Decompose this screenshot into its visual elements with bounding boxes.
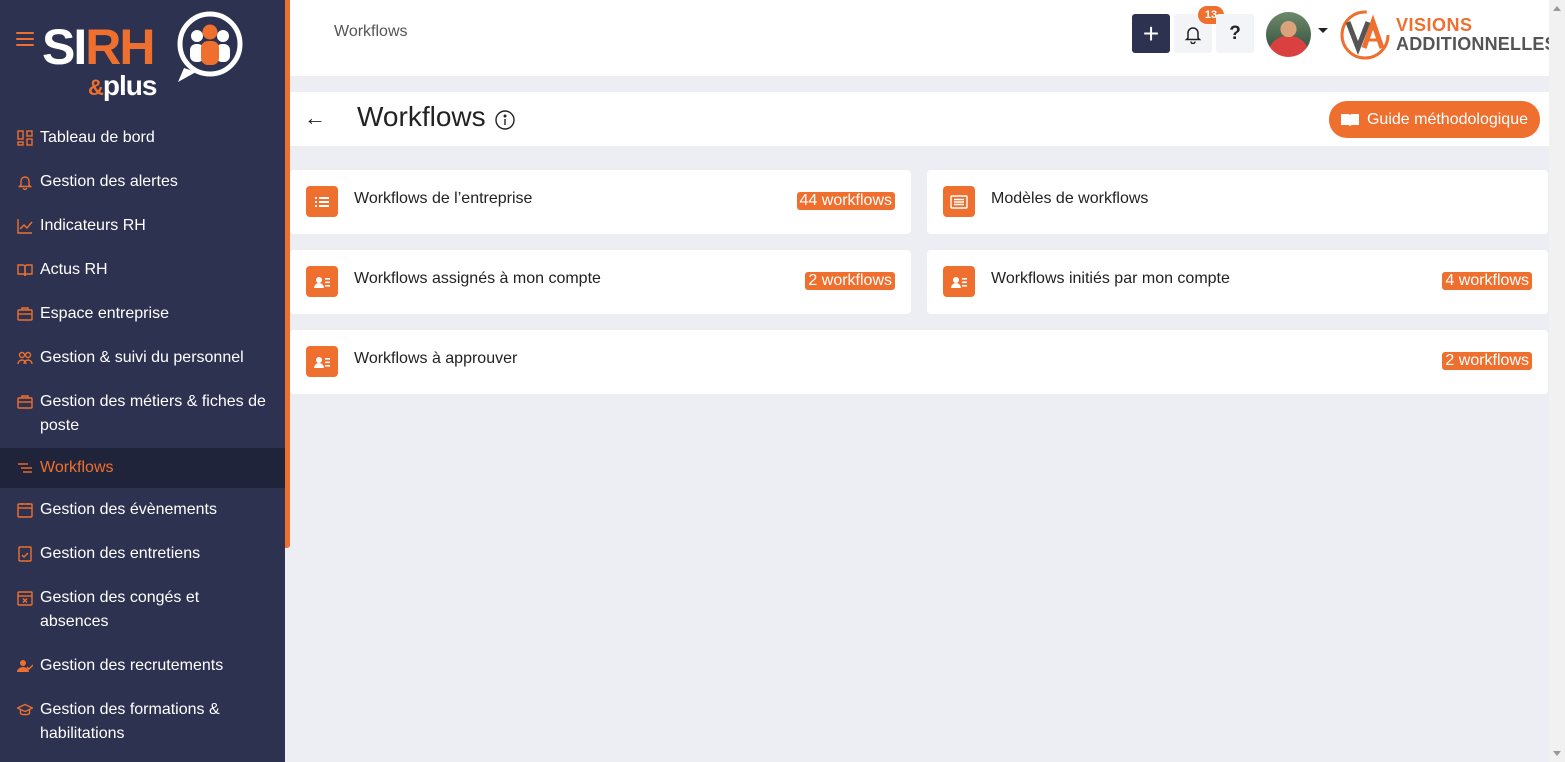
sidebar-item-label: Indicateurs RH xyxy=(40,217,146,234)
contact-card-icon xyxy=(306,266,338,297)
sidebar-item-workflows[interactable]: Workflows xyxy=(0,448,285,488)
contact-card-icon xyxy=(306,346,338,377)
card-label: Modèles de workflows xyxy=(991,190,1149,207)
template-list-icon xyxy=(943,186,975,217)
card-workflows-inities[interactable]: Workflows initiés par mon compte 4 workf… xyxy=(927,250,1548,314)
card-label: Workflows de l’entreprise xyxy=(354,190,533,207)
help-button[interactable]: ? xyxy=(1216,14,1254,53)
sidebar-item-indicateurs[interactable]: Indicateurs RH xyxy=(0,204,285,248)
sidebar-item-personnel[interactable]: Gestion & suivi du personnel xyxy=(0,336,285,380)
sidebar-item-label: Tableau de bord xyxy=(40,129,155,146)
info-icon[interactable] xyxy=(494,109,516,131)
calendar-icon xyxy=(16,501,34,519)
count-badge: 2 workflows xyxy=(1442,352,1532,370)
dashboard-icon xyxy=(16,129,34,147)
avatar[interactable] xyxy=(1266,12,1311,57)
methodology-guide-button[interactable]: Guide méthodologique xyxy=(1329,101,1540,138)
card-label: Workflows initiés par mon compte xyxy=(991,270,1230,287)
book-icon xyxy=(1340,113,1359,127)
users-icon xyxy=(16,349,34,367)
graduation-cap-icon xyxy=(16,701,34,719)
contact-card-icon xyxy=(943,266,975,297)
bell-icon xyxy=(16,173,34,191)
page-title: Workflows xyxy=(357,101,486,132)
logo-text: SIRH xyxy=(42,19,155,75)
card-workflows-entreprise[interactable]: Workflows de l’entreprise 44 workflows xyxy=(290,170,911,234)
workflow-lines-icon xyxy=(16,459,34,477)
sidebar-item-label: Gestion & suivi du personnel xyxy=(40,349,244,366)
add-button[interactable]: + xyxy=(1132,14,1170,53)
sidebar-item-label: Actus RH xyxy=(40,261,108,278)
sidebar-item-label: Gestion des recrutements xyxy=(40,657,224,674)
sidebar-item-recrutements[interactable]: Gestion des recrutements xyxy=(0,644,285,688)
sidebar-item-actus[interactable]: Actus RH xyxy=(0,248,285,292)
sidebar-item-label: Gestion des congés et absences xyxy=(40,589,200,630)
sidebar-item-tableau-de-bord[interactable]: Tableau de bord xyxy=(0,116,285,160)
sidebar-item-alertes[interactable]: Gestion des alertes xyxy=(0,160,285,204)
sidebar-item-label: Gestion des entretiens xyxy=(40,545,201,562)
brand-line1: VISIONS xyxy=(1396,15,1473,35)
sidebar-item-label: Espace entreprise xyxy=(40,305,169,322)
logo-people-bubble-icon xyxy=(177,11,243,82)
sidebar-item-formations[interactable]: Gestion des formations & habilitations xyxy=(0,688,285,756)
card-workflows-assignes[interactable]: Workflows assignés à mon compte 2 workfl… xyxy=(290,250,911,314)
count-badge: 44 workflows xyxy=(796,192,895,210)
briefcase-icon xyxy=(16,305,34,323)
help-label: ? xyxy=(1229,22,1241,44)
count-badge: 4 workflows xyxy=(1442,272,1532,290)
sidebar-menu: Tableau de bord Gestion des alertes Indi… xyxy=(0,116,285,756)
book-open-icon xyxy=(16,261,34,279)
bell-icon xyxy=(1184,26,1202,44)
user-check-icon xyxy=(16,657,34,675)
count-badge: 2 workflows xyxy=(805,272,895,290)
visions-additionnelles-logo: VISIONS ADDITIONNELLES xyxy=(1338,8,1557,62)
briefcase-icon xyxy=(16,393,34,411)
sidebar: SIRH &plus Tableau de bord Gestion des a… xyxy=(0,0,285,762)
sidebar-item-evenements[interactable]: Gestion des évènements xyxy=(0,488,285,532)
card-label: Workflows assignés à mon compte xyxy=(354,270,601,287)
checklist-icon xyxy=(16,545,34,563)
calendar-x-icon xyxy=(16,589,34,607)
logo-plus: &plus xyxy=(88,70,157,101)
card-workflows-a-approuver[interactable]: Workflows à approuver 2 workflows xyxy=(290,330,1548,394)
card-modeles-workflows[interactable]: Modèles de workflows xyxy=(927,170,1548,234)
guide-button-label: Guide méthodologique xyxy=(1366,110,1528,128)
scroll-down-arrow-icon[interactable] xyxy=(1553,751,1561,756)
list-icon xyxy=(306,186,338,217)
sidebar-item-entretiens[interactable]: Gestion des entretiens xyxy=(0,532,285,576)
top-header: Workflows + 13 ? VISIONS ADDITIONNELLES xyxy=(290,0,1557,76)
chart-line-icon xyxy=(16,217,34,235)
va-logo-mark-icon xyxy=(1340,10,1390,60)
sidebar-item-label: Gestion des évènements xyxy=(40,501,217,518)
sidebar-item-label: Gestion des alertes xyxy=(40,173,178,190)
sidebar-item-conges[interactable]: Gestion des congés et absences xyxy=(0,576,285,644)
breadcrumb[interactable]: Workflows xyxy=(334,23,408,41)
back-arrow-icon[interactable]: ← xyxy=(304,106,326,130)
card-label: Workflows à approuver xyxy=(354,350,518,367)
hamburger-menu-icon[interactable] xyxy=(16,32,34,46)
sidebar-item-label: Gestion des métiers & fiches de poste xyxy=(40,393,266,434)
scroll-up-arrow-icon[interactable] xyxy=(1553,6,1561,11)
sirh-plus-logo[interactable]: SIRH &plus xyxy=(40,8,250,108)
sidebar-item-label: Workflows xyxy=(40,459,114,476)
page-scrollbar[interactable] xyxy=(1549,0,1565,762)
chevron-down-icon[interactable] xyxy=(1318,28,1328,33)
sidebar-item-metiers[interactable]: Gestion des métiers & fiches de poste xyxy=(0,380,285,448)
sidebar-item-label: Gestion des formations & habilitations xyxy=(40,701,220,742)
page-title-bar: ← Workflows Guide méthodologique xyxy=(290,92,1549,146)
sidebar-item-espace-entreprise[interactable]: Espace entreprise xyxy=(0,292,285,336)
brand-line2: ADDITIONNELLES xyxy=(1396,34,1557,54)
plus-icon: + xyxy=(1142,17,1160,49)
